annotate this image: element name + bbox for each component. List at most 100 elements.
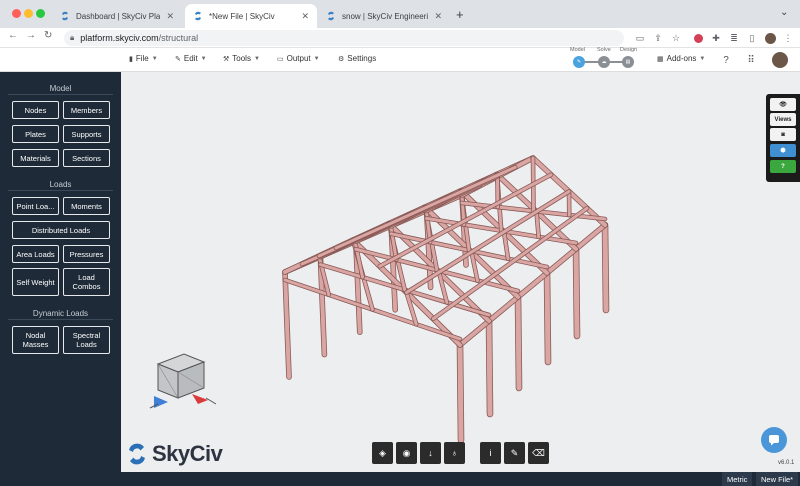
mode-design-button[interactable]: ▤ [622, 56, 634, 68]
column[interactable] [602, 222, 609, 313]
side-panel-icon[interactable]: ▯ [746, 32, 758, 44]
view-cube-icon[interactable] [146, 350, 222, 412]
menu-addons[interactable]: ▦ Add-ons ▼ [657, 54, 705, 63]
view-tools-group: ◈ ◉ ↓ ♁ [372, 442, 465, 464]
column[interactable] [457, 342, 464, 443]
screen-share-icon[interactable]: ▭ [634, 32, 646, 44]
profile-avatar[interactable] [764, 32, 776, 44]
menu-edit[interactable]: ✎ Edit ▼ [175, 54, 207, 63]
minimize-window-button[interactable] [24, 9, 33, 18]
camera-icon[interactable]: ◙ [770, 128, 796, 141]
version-label: v6.0.1 [778, 460, 795, 466]
puzzle-extensions-icon[interactable]: ✚ [710, 32, 722, 44]
browser-tab-dashboard[interactable]: Dashboard | SkyCiv Platform ✕ [52, 4, 182, 28]
divider [8, 190, 113, 191]
chat-icon [769, 435, 779, 446]
skyciv-favicon-icon [60, 11, 70, 21]
close-tab-icon[interactable]: ✕ [166, 11, 174, 22]
members-button[interactable]: Members [63, 101, 110, 119]
model-viewport[interactable] [121, 72, 800, 472]
moments-button[interactable]: Moments [63, 197, 110, 215]
info-icon[interactable]: i [480, 442, 501, 464]
browser-toolbar: ← → ↻ 🔒︎ platform.skyciv.com/structural … [0, 28, 800, 48]
chevron-down-icon: ▼ [200, 55, 207, 62]
eraser-icon[interactable]: ⌫ [528, 442, 549, 464]
nodes-button[interactable]: Nodes [12, 101, 59, 119]
mode-label-design: Design [620, 47, 638, 53]
user-avatar[interactable] [772, 52, 788, 68]
file-name-tab[interactable]: New File* [756, 472, 799, 486]
skyciv-logo-icon [129, 443, 145, 465]
pressures-button[interactable]: Pressures [63, 245, 110, 263]
gear-icon: ⚙ [338, 55, 345, 63]
plates-button[interactable]: Plates [12, 125, 59, 143]
apps-grid-icon[interactable]: ⠿ [745, 54, 757, 66]
share-icon[interactable]: ⇪ [652, 32, 664, 44]
skyciv-logo: SkyCiv [126, 441, 223, 467]
cube-icon[interactable]: ⬢ [770, 144, 796, 157]
eye-icon[interactable]: ◉ [396, 442, 417, 464]
mode-model-button[interactable]: ✎ [573, 56, 585, 68]
reload-icon[interactable]: ↻ [44, 30, 52, 41]
layers-icon[interactable]: ◈ [372, 442, 393, 464]
edit-tools-group: i ✎ ⌫ [480, 442, 549, 464]
section-heading-dynamic-loads: Dynamic Loads [32, 309, 89, 318]
new-tab-icon[interactable]: + [456, 7, 464, 22]
chevron-down-icon: ▼ [151, 55, 158, 62]
structure-model[interactable] [121, 72, 800, 472]
divider [8, 94, 113, 95]
help-icon[interactable]: ? [770, 160, 796, 173]
status-bar: Metric New File* [0, 472, 800, 486]
extension-red-icon[interactable] [692, 32, 704, 44]
bookmark-star-icon[interactable]: ☆ [670, 32, 682, 44]
column[interactable] [486, 318, 493, 417]
units-tab[interactable]: Metric [722, 472, 753, 486]
column[interactable] [573, 246, 580, 339]
distributed-loads-button[interactable]: Distributed Loads [12, 221, 110, 239]
materials-button[interactable]: Materials [12, 149, 59, 167]
pencil-icon: ✎ [175, 55, 181, 63]
close-tab-icon[interactable]: ✕ [301, 11, 309, 22]
chat-support-button[interactable] [761, 427, 787, 453]
forward-arrow-icon[interactable]: → [26, 30, 36, 41]
back-arrow-icon[interactable]: ← [8, 30, 18, 41]
area-loads-button[interactable]: Area Loads [12, 245, 59, 263]
help-icon[interactable]: ? [720, 54, 732, 66]
supports-button[interactable]: Supports [63, 125, 110, 143]
close-window-button[interactable] [12, 9, 21, 18]
close-tab-icon[interactable]: ✕ [434, 11, 442, 22]
mode-label-model: Model [570, 47, 585, 53]
menu-settings[interactable]: ⚙ Settings [338, 54, 376, 63]
sidebar: Model Nodes Members Plates Supports Mate… [0, 72, 121, 472]
eye-icon[interactable]: 👁︎ [770, 98, 796, 111]
web-member[interactable] [535, 210, 541, 239]
column[interactable] [544, 270, 551, 365]
pencil-icon[interactable]: ✎ [504, 442, 525, 464]
self-weight-button[interactable]: Self Weight [12, 268, 59, 296]
lightbulb-icon[interactable]: ♁ [444, 442, 465, 464]
monitor-icon: ▭ [277, 55, 284, 63]
spectral-loads-button[interactable]: Spectral Loads [63, 326, 110, 354]
menu-output[interactable]: ▭ Output ▼ [277, 54, 320, 63]
browser-menu-icon[interactable]: ⋮ [782, 32, 794, 44]
browser-tab-new-file[interactable]: *New File | SkyCiv ✕ [185, 4, 317, 28]
tab-title: snow | SkyCiv Engineering [342, 11, 429, 21]
tab-search-icon[interactable]: ⌄ [780, 7, 788, 18]
app-header: ▮ File ▼ ✎ Edit ▼ ⚒ Tools ▼ ▭ Output ▼ ⚙ Settings… [0, 47, 800, 72]
column[interactable] [515, 294, 522, 391]
point-loads-button[interactable]: Point Loa... [12, 197, 59, 215]
download-arrow-icon[interactable]: ↓ [420, 442, 441, 464]
load-combos-button[interactable]: Load Combos [63, 268, 110, 296]
views-button[interactable]: Views [770, 113, 796, 126]
menu-tools[interactable]: ⚒ Tools ▼ [223, 54, 260, 63]
maximize-window-button[interactable] [36, 9, 45, 18]
browser-tab-snow[interactable]: snow | SkyCiv Engineering ✕ [318, 4, 450, 28]
nodal-masses-button[interactable]: Nodal Masses [12, 326, 59, 354]
reading-list-icon[interactable]: ≣ [728, 32, 740, 44]
address-bar[interactable]: 🔒︎ platform.skyciv.com/structural [64, 30, 624, 46]
menu-file[interactable]: ▮ File ▼ [129, 54, 158, 63]
view-options-panel: 👁︎ Views ◙ ⬢ ? [766, 94, 800, 182]
skyciv-favicon-icon [326, 11, 336, 21]
sections-button[interactable]: Sections [63, 149, 110, 167]
mode-solve-button[interactable]: ☁ [598, 56, 610, 68]
